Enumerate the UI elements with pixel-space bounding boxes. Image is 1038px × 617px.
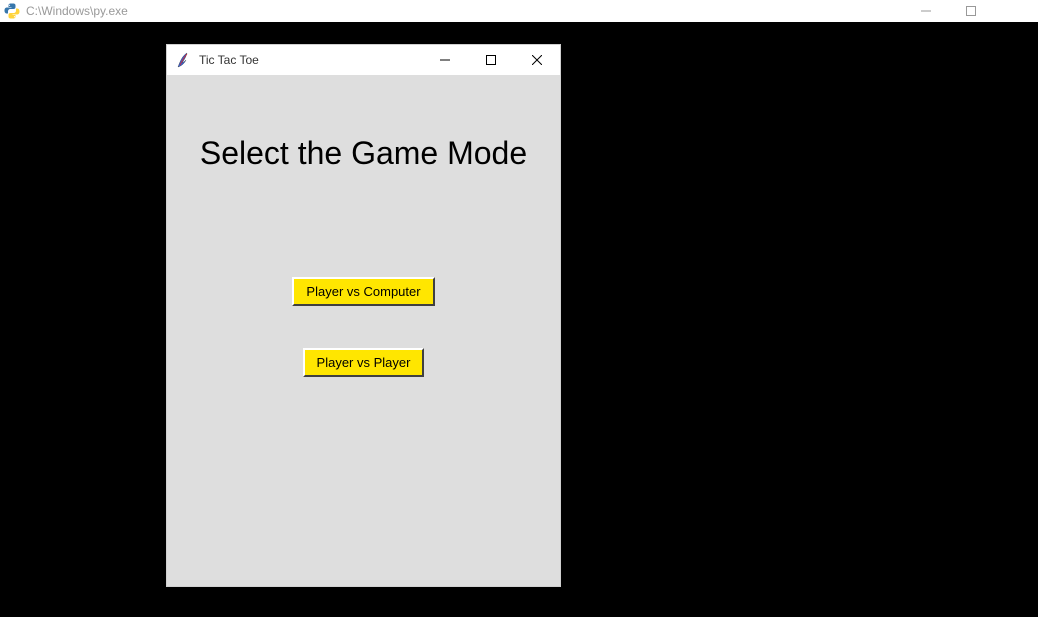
tk-titlebar: Tic Tac Toe xyxy=(167,45,560,75)
tk-window-controls xyxy=(422,45,560,75)
tk-title-text: Tic Tac Toe xyxy=(199,53,259,67)
player-vs-player-button[interactable]: Player vs Player xyxy=(303,348,425,377)
python-launcher-icon xyxy=(4,3,20,19)
tk-close-button[interactable] xyxy=(514,45,560,75)
player-vs-computer-button[interactable]: Player vs Computer xyxy=(292,277,434,306)
console-titlebar: C:\Windows\py.exe xyxy=(0,0,1038,22)
tk-client-area: Select the Game Mode Player vs Computer … xyxy=(167,75,560,586)
game-mode-heading: Select the Game Mode xyxy=(167,75,560,172)
button-area: Player vs Computer Player vs Player xyxy=(167,277,560,377)
console-maximize-button[interactable] xyxy=(948,0,993,22)
tk-minimize-button[interactable] xyxy=(422,45,468,75)
console-minimize-button[interactable] xyxy=(903,0,948,22)
console-client-area: Tic Tac Toe Select the Game Mode xyxy=(0,22,1038,617)
tk-feather-icon xyxy=(175,52,191,68)
tk-maximize-button[interactable] xyxy=(468,45,514,75)
console-title-text: C:\Windows\py.exe xyxy=(26,4,128,18)
tk-window: Tic Tac Toe Select the Game Mode xyxy=(166,44,561,587)
console-window-controls xyxy=(903,0,1038,22)
